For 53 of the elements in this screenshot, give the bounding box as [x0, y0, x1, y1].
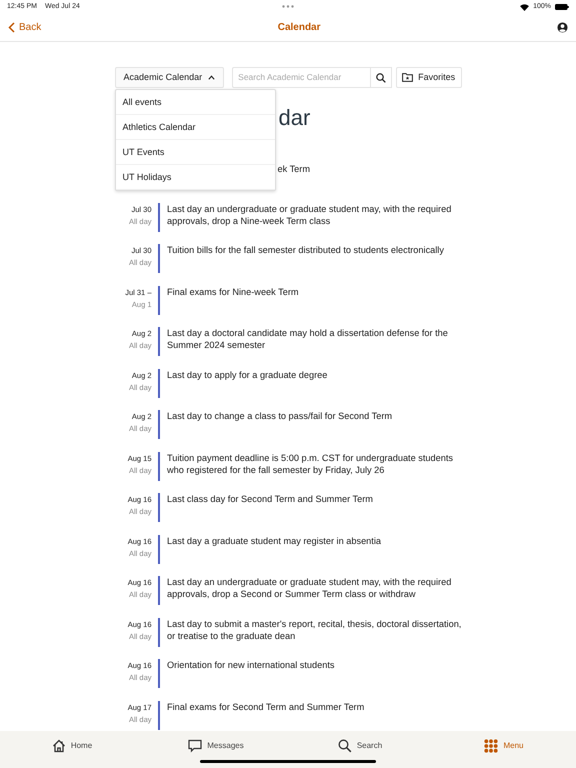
tab-item[interactable]: Messages [144, 731, 288, 768]
event-title[interactable]: Last day to submit a master's report, recital, thesis, doctoral dissertation, or treatise to the graduate dean [167, 618, 462, 659]
dropdown-item[interactable]: Athletics Calendar [116, 115, 274, 140]
event-title[interactable]: Last day a doctoral candidate may hold a dissertation defense for the Summer 2024 semester [167, 327, 462, 368]
home-icon [52, 738, 66, 752]
event-title: ek Term [276, 163, 312, 176]
event-bar [158, 659, 160, 688]
event-bar [158, 618, 160, 646]
chevron-left-icon [8, 22, 15, 33]
dropdown-item[interactable]: All events [116, 90, 274, 115]
event-bar [158, 327, 160, 356]
event-title[interactable]: Last day to apply for a graduate degree [167, 368, 462, 410]
account-icon[interactable] [557, 22, 568, 33]
dropdown-item[interactable]: UT Holidays [116, 165, 274, 190]
event-title[interactable]: Last day a graduate student may register in absentia [167, 534, 462, 576]
search-field[interactable]: Search Academic Calendar [232, 67, 370, 88]
dropdown-item[interactable]: UT Events [116, 140, 274, 165]
event-bar [158, 202, 160, 232]
event-title[interactable]: Last day an undergraduate or graduate student may, with the required approvals, drop a Nine-week Term class [167, 202, 462, 244]
more-icon [282, 5, 294, 8]
battery-icon [555, 4, 569, 10]
event-bar [158, 534, 160, 564]
event-bar [158, 493, 160, 522]
event-bar [158, 576, 160, 605]
back-link[interactable]: Back [8, 20, 42, 35]
event-title[interactable]: Final exams for Second Term and Summer Term [167, 700, 462, 731]
event-title[interactable]: Orientation for new international students [167, 659, 462, 700]
search-icon [338, 738, 352, 752]
event-bar [158, 410, 160, 439]
event-title[interactable]: Last class day for Second Term and Summer Term [167, 493, 462, 534]
event-bar [158, 286, 160, 314]
event-bar [158, 700, 160, 730]
page-heading: dar [278, 104, 312, 132]
menu-icon [484, 738, 498, 752]
event-title[interactable]: Last day to change a class to pass/fail for Second Term [167, 410, 462, 452]
event-title[interactable]: Tuition bills for the fall semester distributed to students electronically [167, 244, 462, 286]
calendar-select[interactable]: Academic Calendar [114, 67, 224, 88]
favorites-button[interactable]: Favorites [396, 67, 462, 88]
tab-item[interactable]: Menu [432, 731, 576, 768]
event-title[interactable]: Final exams for Nine-week Term [167, 286, 462, 327]
search-button[interactable] [370, 67, 392, 88]
event-title[interactable]: Last day an undergraduate or graduate student may, with the required approvals, drop a Second or Summer Term class or withdraw [167, 576, 462, 618]
event-title[interactable]: Tuition payment deadline is 5:00 p.m. CST for undergraduate students who registered for the fall semester by Friday, July 26 [167, 452, 462, 493]
tab-item[interactable]: Home [0, 731, 144, 768]
wifi-icon [520, 4, 530, 10]
event-bar [158, 244, 160, 273]
event-bar [158, 368, 160, 398]
tab-item[interactable]: Search [288, 731, 432, 768]
folder-star-icon [402, 73, 414, 82]
messages-icon [188, 738, 202, 752]
event-bar [158, 452, 160, 480]
page-title: Calendar [278, 21, 321, 35]
search-icon [376, 72, 386, 82]
